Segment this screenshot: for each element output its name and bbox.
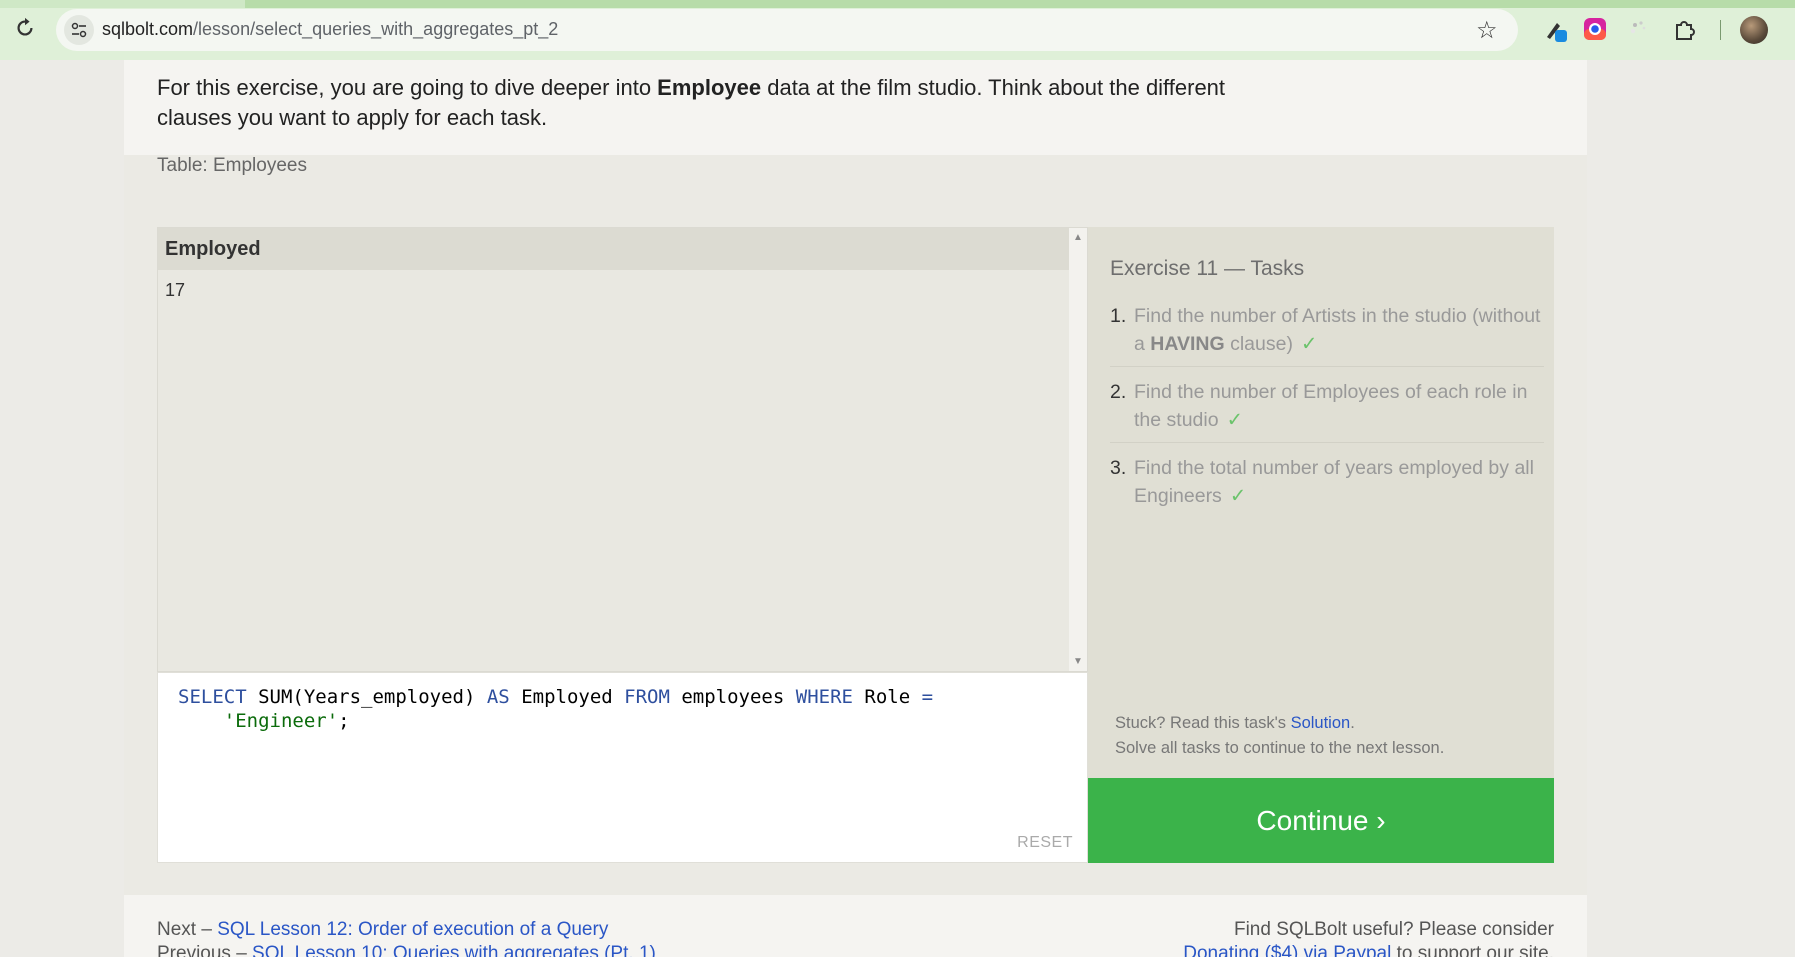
task-item: 3. Find the total number of years employ…: [1110, 449, 1544, 518]
task-text-part: Find the total number of years employed …: [1134, 457, 1534, 507]
donate-line: Donating ($4) via Paypal to support our …: [1024, 942, 1554, 957]
sql-keyword: =: [921, 686, 934, 708]
sql-text: Role: [852, 686, 922, 708]
sql-text: SUM(Years_employed): [246, 686, 487, 708]
intro-bold: Employee: [657, 75, 762, 100]
sql-text: Employed: [509, 686, 625, 708]
intro-text: For this exercise, you are going to dive…: [157, 75, 658, 100]
lesson-page: For this exercise, you are going to dive…: [124, 60, 1587, 957]
task-text: Find the number of Employees of each rol…: [1134, 378, 1544, 434]
scroll-up-icon[interactable]: ▲: [1073, 232, 1083, 243]
task-number: 3.: [1110, 457, 1127, 479]
task-number: 2.: [1110, 381, 1127, 403]
extensions-puzzle-icon[interactable]: [1673, 17, 1699, 43]
sql-keyword: SELECT: [178, 686, 247, 708]
stuck-line: Stuck? Read this task's Solution.: [1115, 711, 1444, 736]
address-bar[interactable]: sqlbolt.com/lesson/select_queries_with_a…: [56, 9, 1518, 51]
task-text-part: clause): [1224, 333, 1293, 355]
sql-code[interactable]: SELECT SUM(Years_employed) AS Employed F…: [178, 685, 933, 733]
stuck-text: Stuck? Read this task's: [1115, 714, 1291, 732]
stuck-suffix: .: [1350, 714, 1355, 732]
results-header: Employed: [158, 228, 1071, 270]
sql-editor[interactable]: SELECT SUM(Years_employed) AS Employed F…: [157, 672, 1088, 863]
prev-prefix: Previous –: [157, 943, 253, 957]
solution-link[interactable]: Solution: [1291, 714, 1351, 732]
task-number: 1.: [1110, 305, 1127, 327]
url-text[interactable]: sqlbolt.com/lesson/select_queries_with_a…: [102, 19, 558, 40]
tasks-panel: Exercise 11 — Tasks 1. Find the number o…: [1088, 227, 1554, 778]
sql-string: 'Engineer': [223, 710, 339, 732]
extension-pen-icon[interactable]: [1543, 17, 1569, 43]
column-header: Employed: [165, 238, 261, 260]
check-icon: ✓: [1226, 409, 1243, 431]
results-scrollbar[interactable]: ▲ ▼: [1069, 228, 1087, 671]
table-label: Table: Employees: [157, 155, 307, 176]
task-text-part: Find the number of Employees of each rol…: [1134, 381, 1528, 431]
previous-lesson: Previous – SQL Lesson 10: Queries with a…: [157, 942, 656, 957]
stuck-help: Stuck? Read this task's Solution. Solve …: [1115, 711, 1444, 761]
profile-avatar[interactable]: [1740, 16, 1768, 44]
task-item: 1. Find the number of Artists in the stu…: [1110, 297, 1544, 367]
task-list: 1. Find the number of Artists in the stu…: [1110, 297, 1544, 524]
sql-text: ;: [338, 710, 350, 732]
url-path: /lesson/select_queries_with_aggregates_p…: [193, 19, 559, 39]
lesson-navigation: Next – SQL Lesson 12: Order of execution…: [157, 918, 656, 957]
tab-strip-highlight: [245, 0, 1795, 8]
next-prefix: Next –: [157, 919, 218, 940]
task-text: Find the total number of years employed …: [1134, 454, 1544, 510]
donate-link[interactable]: Donating ($4) via Paypal: [1183, 943, 1391, 957]
exercise-intro: For this exercise, you are going to dive…: [157, 73, 1257, 133]
next-lesson-link[interactable]: SQL Lesson 12: Order of execution of a Q…: [217, 919, 608, 940]
solve-all-text: Solve all tasks to continue to the next …: [1115, 739, 1445, 757]
donate-suffix: to support our site.: [1391, 943, 1554, 957]
continue-button[interactable]: Continue ›: [1088, 778, 1554, 863]
url-domain: sqlbolt.com: [102, 19, 194, 39]
browser-toolbar: sqlbolt.com/lesson/select_queries_with_a…: [0, 0, 1795, 60]
reset-button[interactable]: RESET: [1017, 834, 1073, 852]
table-cell: 17: [165, 280, 186, 300]
check-icon: ✓: [1300, 333, 1318, 355]
useful-text: Find SQLBolt useful? Please consider: [1233, 919, 1554, 940]
task-text: Find the number of Artists in the studio…: [1134, 302, 1544, 358]
tasks-title: Exercise 11 — Tasks: [1110, 257, 1305, 280]
site-settings-icon[interactable]: [64, 15, 94, 45]
check-icon: ✓: [1229, 485, 1247, 507]
sql-text: employees: [669, 686, 796, 708]
bookmark-star-icon[interactable]: ☆: [1476, 16, 1498, 45]
previous-lesson-link[interactable]: SQL Lesson 10: Queries with aggregates (…: [252, 943, 656, 957]
query-results: Employed 17 ▲ ▼: [157, 227, 1088, 672]
scroll-down-icon[interactable]: ▼: [1073, 656, 1083, 667]
donate-notice: Find SQLBolt useful? Please consider Don…: [1024, 918, 1554, 957]
sql-keyword: WHERE: [795, 686, 853, 708]
task-text-bold: HAVING: [1150, 333, 1225, 355]
task-item: 2. Find the number of Employees of each …: [1110, 373, 1544, 443]
extension-loader-icon[interactable]: [1627, 17, 1653, 43]
reload-icon[interactable]: [13, 17, 37, 41]
next-lesson: Next – SQL Lesson 12: Order of execution…: [157, 918, 656, 942]
toolbar-separator: [1720, 20, 1721, 40]
sql-keyword: AS: [486, 686, 510, 708]
sql-keyword: FROM: [624, 686, 670, 708]
extension-instagram-icon[interactable]: [1583, 17, 1609, 43]
